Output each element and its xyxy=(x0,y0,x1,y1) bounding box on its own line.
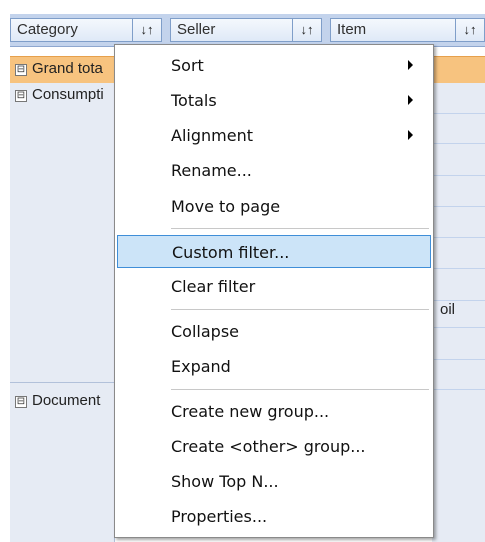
menu-item-show-top-n[interactable]: Show Top N... xyxy=(117,465,431,498)
menu-item-clear-filter[interactable]: Clear filter xyxy=(117,270,431,303)
menu-separator xyxy=(171,228,429,229)
sort-ascending-icon[interactable]: ↓↑ xyxy=(455,19,484,41)
menu-item-label: Clear filter xyxy=(171,277,256,296)
menu-item-label: Collapse xyxy=(171,322,239,341)
cell-divider xyxy=(432,359,485,360)
group-row-consumption[interactable]: ⊟ Consumpti xyxy=(10,83,114,109)
seller-field-button[interactable]: Seller ↓↑ xyxy=(170,18,322,42)
collapse-icon[interactable]: ⊟ xyxy=(15,396,27,408)
category-field-button[interactable]: Category ↓↑ xyxy=(10,18,162,42)
menu-item-label: Properties... xyxy=(171,507,268,526)
cell-divider xyxy=(432,268,485,269)
grand-total-label: Grand tota xyxy=(32,60,103,77)
field-context-menu: Sort Totals Alignment Rename... Move to … xyxy=(114,44,434,538)
menu-item-collapse[interactable]: Collapse xyxy=(117,315,431,348)
menu-item-move-to-page[interactable]: Move to page xyxy=(117,190,431,223)
cell-divider xyxy=(432,113,485,114)
sort-ascending-icon[interactable]: ↓↑ xyxy=(292,19,321,41)
cell-divider xyxy=(432,206,485,207)
menu-item-properties[interactable]: Properties... xyxy=(117,500,431,533)
category-field-label: Category xyxy=(17,21,78,38)
menu-separator xyxy=(171,389,429,390)
cell-divider xyxy=(432,327,485,328)
menu-item-label: Custom filter... xyxy=(172,243,290,262)
menu-item-label: Show Top N... xyxy=(171,472,279,491)
menu-item-create-other-group[interactable]: Create <other> group... xyxy=(117,430,431,463)
group-label: Document xyxy=(32,392,101,409)
group-row-document[interactable]: ⊟ Document xyxy=(10,389,114,415)
menu-item-label: Totals xyxy=(171,91,217,110)
item-column-cells: oil xyxy=(432,83,485,542)
menu-item-alignment[interactable]: Alignment xyxy=(117,119,431,152)
cell-value: oil xyxy=(440,301,456,318)
seller-field-label: Seller xyxy=(177,21,216,38)
category-group-column: ⊟ Consumpti ⊟ Document xyxy=(10,83,115,542)
menu-item-totals[interactable]: Totals xyxy=(117,84,431,117)
pivot-grid: Category ↓↑ Seller ↓↑ Item ↓↑ ⊟ Grand to… xyxy=(0,0,485,542)
menu-item-rename[interactable]: Rename... xyxy=(117,154,431,187)
group-label: Consumpti xyxy=(32,86,104,103)
submenu-arrow-icon xyxy=(408,130,413,140)
submenu-arrow-icon xyxy=(408,95,413,105)
menu-item-label: Move to page xyxy=(171,197,281,216)
menu-item-sort[interactable]: Sort xyxy=(117,49,431,82)
group-divider xyxy=(10,382,114,383)
menu-item-label: Create <other> group... xyxy=(171,437,366,456)
cell-divider xyxy=(432,175,485,176)
cell-divider xyxy=(432,237,485,238)
item-field-button[interactable]: Item ↓↑ xyxy=(330,18,485,42)
submenu-arrow-icon xyxy=(408,60,413,70)
menu-item-label: Sort xyxy=(171,56,204,75)
menu-item-label: Rename... xyxy=(171,161,252,180)
sort-ascending-icon[interactable]: ↓↑ xyxy=(132,19,161,41)
menu-item-label: Alignment xyxy=(171,126,253,145)
collapse-icon[interactable]: ⊟ xyxy=(15,90,27,102)
menu-item-label: Create new group... xyxy=(171,402,330,421)
cell-divider xyxy=(432,143,485,144)
cell-divider xyxy=(432,389,485,390)
collapse-icon[interactable]: ⊟ xyxy=(15,64,27,76)
item-field-label: Item xyxy=(337,21,367,38)
menu-item-label: Expand xyxy=(171,357,231,376)
field-header-row: Category ↓↑ Seller ↓↑ Item ↓↑ xyxy=(10,14,485,47)
menu-item-custom-filter[interactable]: Custom filter... xyxy=(117,235,431,268)
menu-item-create-new-group[interactable]: Create new group... xyxy=(117,395,431,428)
menu-item-expand[interactable]: Expand xyxy=(117,350,431,383)
menu-separator xyxy=(171,309,429,310)
